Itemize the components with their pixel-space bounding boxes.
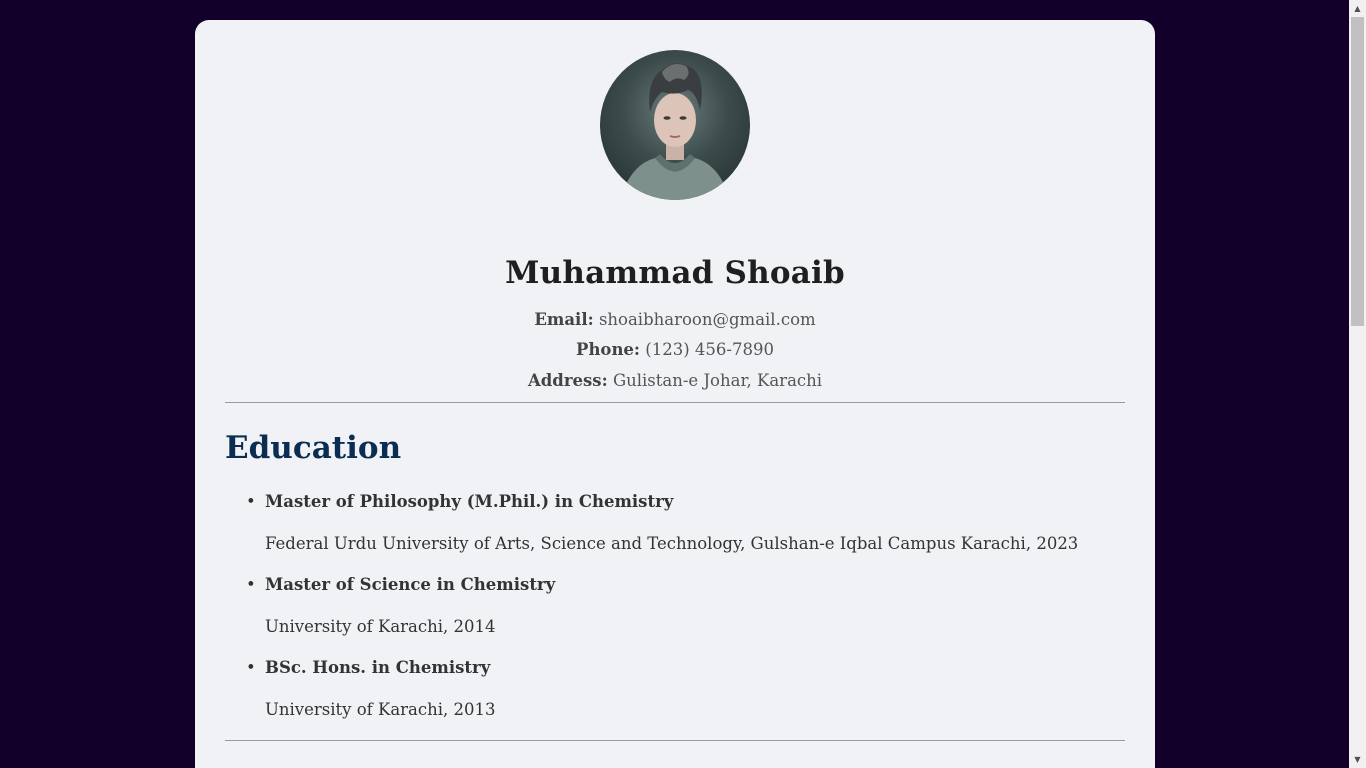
profile-photo: [600, 50, 750, 200]
address-value: Gulistan-e Johar, Karachi: [612, 371, 823, 390]
education-item: • Master of Philosophy (M.Phil.) in Chem…: [225, 490, 1105, 556]
scroll-down-arrow-icon[interactable]: ▼: [1349, 751, 1366, 768]
resume-card: Muhammad Shoaib Email: shoaibharoon@gmai…: [195, 20, 1155, 768]
education-item: • BSc. Hons. in Chemistry University of …: [225, 656, 1105, 722]
scrollbar-thumb[interactable]: [1351, 17, 1364, 326]
page-viewport: Muhammad Shoaib Email: shoaibharoon@gmai…: [0, 0, 1349, 768]
bullet-icon: •: [246, 492, 256, 511]
contact-address: Address: Gulistan-e Johar, Karachi: [195, 371, 1155, 390]
education-institution: University of Karachi, 2014: [265, 617, 496, 636]
contact-email: Email: shoaibharoon@gmail.com: [195, 310, 1155, 329]
address-label: Address:: [527, 371, 608, 390]
education-degree: Master of Science in Chemistry: [265, 575, 556, 594]
vertical-scrollbar[interactable]: ▲ ▼: [1349, 0, 1366, 768]
divider: [225, 740, 1125, 741]
contact-phone: Phone: (123) 456-7890: [195, 340, 1155, 359]
education-degree: BSc. Hons. in Chemistry: [265, 658, 491, 677]
bullet-icon: •: [246, 658, 256, 677]
education-item: • Master of Science in Chemistry Univers…: [225, 573, 1105, 639]
phone-value: (123) 456-7890: [645, 340, 774, 359]
divider: [225, 402, 1125, 403]
education-degree: Master of Philosophy (M.Phil.) in Chemis…: [265, 492, 674, 511]
education-institution: University of Karachi, 2013: [265, 700, 496, 719]
education-institution: Federal Urdu University of Arts, Science…: [265, 534, 1079, 553]
email-label: Email:: [534, 310, 594, 329]
education-heading: Education: [225, 430, 402, 466]
email-value: shoaibharoon@gmail.com: [598, 310, 816, 329]
bullet-icon: •: [246, 575, 256, 594]
scroll-up-arrow-icon[interactable]: ▲: [1349, 0, 1366, 17]
profile-name: Muhammad Shoaib: [505, 255, 845, 291]
education-list: • Master of Philosophy (M.Phil.) in Chem…: [225, 490, 1105, 739]
phone-label: Phone:: [576, 340, 641, 359]
